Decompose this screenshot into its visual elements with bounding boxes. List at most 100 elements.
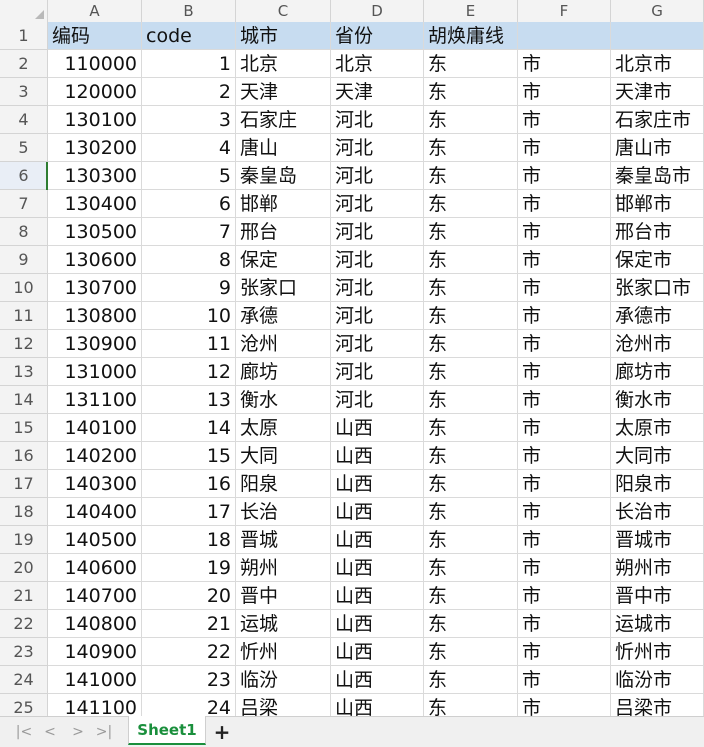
select-all-corner[interactable] xyxy=(0,0,48,22)
cell-a[interactable]: 140800 xyxy=(48,610,142,638)
cell-b[interactable]: 19 xyxy=(142,554,236,582)
row-header[interactable]: 3 xyxy=(0,78,48,106)
column-header-b[interactable]: B xyxy=(142,0,236,22)
cell-b[interactable]: 7 xyxy=(142,218,236,246)
row-header[interactable]: 17 xyxy=(0,470,48,498)
cell-f[interactable]: 市 xyxy=(518,638,611,666)
cell-d[interactable]: 河北 xyxy=(331,218,424,246)
cell-e[interactable]: 东 xyxy=(424,50,518,78)
cell-e[interactable]: 东 xyxy=(424,470,518,498)
cell-d[interactable]: 河北 xyxy=(331,162,424,190)
cell-c[interactable]: 衡水 xyxy=(236,386,331,414)
cell-b[interactable]: 16 xyxy=(142,470,236,498)
cell-f[interactable]: 市 xyxy=(518,162,611,190)
cell-d[interactable]: 山西 xyxy=(331,498,424,526)
cell-g[interactable]: 阳泉市 xyxy=(611,470,704,498)
cell-g[interactable]: 晋城市 xyxy=(611,526,704,554)
row-header[interactable]: 2 xyxy=(0,50,48,78)
row-header[interactable]: 22 xyxy=(0,610,48,638)
cell-g[interactable]: 秦皇岛市 xyxy=(611,162,704,190)
row-header[interactable]: 12 xyxy=(0,330,48,358)
row-header[interactable]: 5 xyxy=(0,134,48,162)
cell-f[interactable]: 市 xyxy=(518,666,611,694)
cell-g[interactable]: 晋中市 xyxy=(611,582,704,610)
cell-d[interactable]: 山西 xyxy=(331,442,424,470)
cell-d[interactable]: 北京 xyxy=(331,50,424,78)
cell-g[interactable]: 运城市 xyxy=(611,610,704,638)
cell-f[interactable]: 市 xyxy=(518,50,611,78)
column-header-g[interactable]: G xyxy=(611,0,704,22)
cell-f[interactable]: 市 xyxy=(518,582,611,610)
cell-e[interactable]: 东 xyxy=(424,386,518,414)
cell-d[interactable]: 河北 xyxy=(331,386,424,414)
row-header[interactable]: 16 xyxy=(0,442,48,470)
cell-b[interactable]: 3 xyxy=(142,106,236,134)
cell-b[interactable]: 24 xyxy=(142,694,236,716)
cell-a[interactable]: 140100 xyxy=(48,414,142,442)
cell-b[interactable]: 10 xyxy=(142,302,236,330)
cell-d[interactable]: 河北 xyxy=(331,330,424,358)
cell-d[interactable]: 山西 xyxy=(331,610,424,638)
cell-a[interactable]: 140900 xyxy=(48,638,142,666)
row-header[interactable]: 9 xyxy=(0,246,48,274)
cell-b[interactable]: 9 xyxy=(142,274,236,302)
cell-f[interactable]: 市 xyxy=(518,246,611,274)
row-header[interactable]: 21 xyxy=(0,582,48,610)
cell-c[interactable]: 邯郸 xyxy=(236,190,331,218)
cell-b[interactable]: 1 xyxy=(142,50,236,78)
cell-d[interactable]: 山西 xyxy=(331,694,424,716)
cell-b[interactable]: 11 xyxy=(142,330,236,358)
header-cell-e[interactable]: 胡焕庸线 xyxy=(424,22,518,50)
cell-a[interactable]: 130900 xyxy=(48,330,142,358)
cell-f[interactable]: 市 xyxy=(518,554,611,582)
cell-d[interactable]: 山西 xyxy=(331,666,424,694)
cell-b[interactable]: 21 xyxy=(142,610,236,638)
cell-e[interactable]: 东 xyxy=(424,442,518,470)
cell-e[interactable]: 东 xyxy=(424,498,518,526)
cell-g[interactable]: 长治市 xyxy=(611,498,704,526)
cell-b[interactable]: 12 xyxy=(142,358,236,386)
cell-c[interactable]: 沧州 xyxy=(236,330,331,358)
cell-e[interactable]: 东 xyxy=(424,582,518,610)
cell-d[interactable]: 山西 xyxy=(331,414,424,442)
cell-f[interactable]: 市 xyxy=(518,106,611,134)
cell-e[interactable]: 东 xyxy=(424,218,518,246)
cell-d[interactable]: 河北 xyxy=(331,274,424,302)
cell-d[interactable]: 天津 xyxy=(331,78,424,106)
cell-f[interactable]: 市 xyxy=(518,694,611,716)
cell-a[interactable]: 140200 xyxy=(48,442,142,470)
cell-a[interactable]: 141100 xyxy=(48,694,142,716)
cell-e[interactable]: 东 xyxy=(424,638,518,666)
cell-g[interactable]: 衡水市 xyxy=(611,386,704,414)
cell-e[interactable]: 东 xyxy=(424,414,518,442)
cell-e[interactable]: 东 xyxy=(424,106,518,134)
cell-d[interactable]: 河北 xyxy=(331,358,424,386)
cell-f[interactable]: 市 xyxy=(518,498,611,526)
cell-e[interactable]: 东 xyxy=(424,330,518,358)
cell-c[interactable]: 忻州 xyxy=(236,638,331,666)
cell-a[interactable]: 140600 xyxy=(48,554,142,582)
cell-e[interactable]: 东 xyxy=(424,694,518,716)
cell-f[interactable]: 市 xyxy=(518,190,611,218)
cell-e[interactable]: 东 xyxy=(424,162,518,190)
cell-a[interactable]: 131100 xyxy=(48,386,142,414)
cell-g[interactable]: 朔州市 xyxy=(611,554,704,582)
row-header[interactable]: 11 xyxy=(0,302,48,330)
cell-e[interactable]: 东 xyxy=(424,358,518,386)
row-header[interactable]: 20 xyxy=(0,554,48,582)
cell-e[interactable]: 东 xyxy=(424,78,518,106)
cell-f[interactable]: 市 xyxy=(518,218,611,246)
cell-d[interactable]: 河北 xyxy=(331,106,424,134)
cell-b[interactable]: 4 xyxy=(142,134,236,162)
cell-f[interactable]: 市 xyxy=(518,330,611,358)
cell-a[interactable]: 141000 xyxy=(48,666,142,694)
cell-b[interactable]: 18 xyxy=(142,526,236,554)
column-header-a[interactable]: A xyxy=(48,0,142,22)
cell-e[interactable]: 东 xyxy=(424,302,518,330)
cell-g[interactable]: 邯郸市 xyxy=(611,190,704,218)
cell-c[interactable]: 秦皇岛 xyxy=(236,162,331,190)
cell-f[interactable]: 市 xyxy=(518,78,611,106)
header-cell-d[interactable]: 省份 xyxy=(331,22,424,50)
cell-a[interactable]: 140300 xyxy=(48,470,142,498)
cell-d[interactable]: 河北 xyxy=(331,134,424,162)
